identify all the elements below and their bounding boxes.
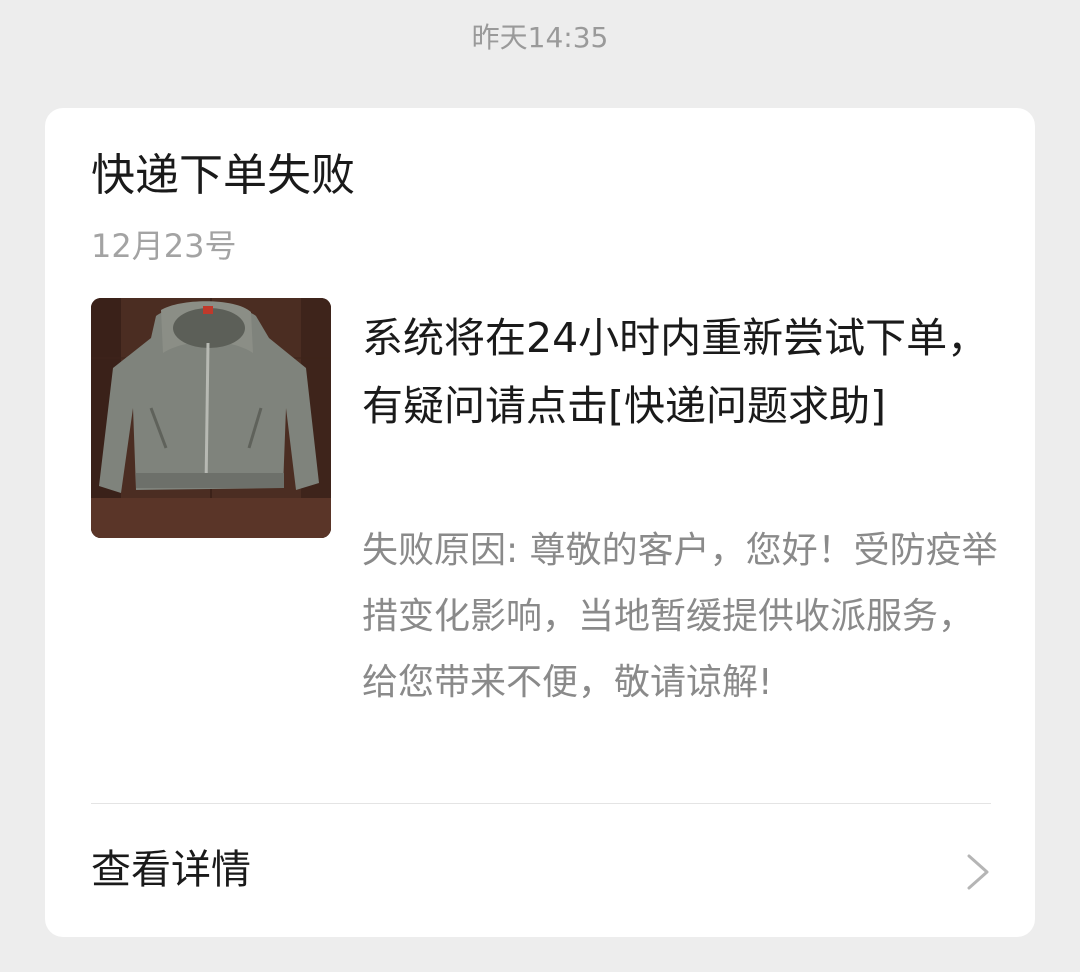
- product-thumbnail[interactable]: [91, 298, 331, 538]
- chevron-right-icon: [967, 854, 989, 890]
- view-details-label: 查看详情: [91, 847, 251, 893]
- notification-card[interactable]: 快递下单失败 12月23号 系统将在24小时内重新尝试下单，有疑问请点击[快递问…: [45, 108, 1035, 937]
- failure-reason: 失败原因: 尊敬的客户，您好！受防疫举措变化影响，当地暂缓提供收派服务，给您带来…: [362, 530, 998, 703]
- message-timestamp: 昨天14:35: [471, 21, 609, 54]
- card-date: 12月23号: [91, 227, 237, 265]
- card-headline[interactable]: 系统将在24小时内重新尝试下单，有疑问请点击[快递问题求助]: [362, 304, 1002, 440]
- card-title: 快递下单失败: [91, 150, 355, 201]
- view-details-row[interactable]: 查看详情: [45, 804, 1035, 937]
- jacket-image: [91, 298, 331, 538]
